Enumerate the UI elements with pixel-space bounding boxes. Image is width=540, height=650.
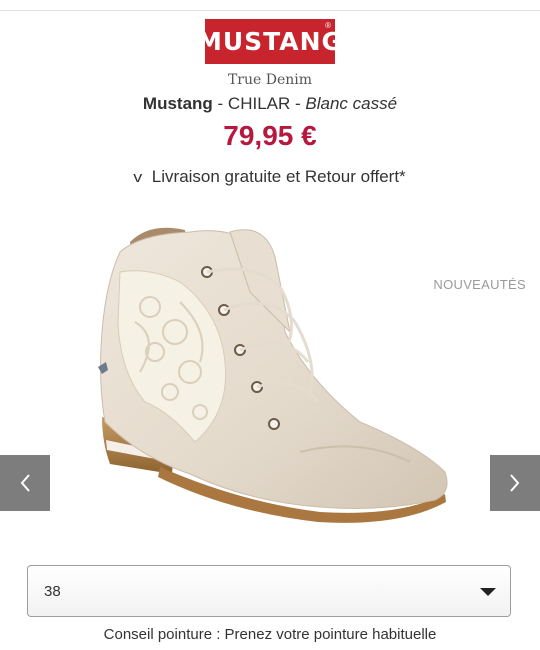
delivery-text: Livraison gratuite et Retour offert* xyxy=(151,167,406,186)
gallery-next-button[interactable] xyxy=(490,455,540,511)
brand-logo: MUSTANG ® xyxy=(197,19,342,64)
title-separator: - xyxy=(212,94,228,113)
check-icon: v xyxy=(133,169,143,186)
size-select[interactable]: 38 xyxy=(27,565,511,617)
ankle-boot-image xyxy=(98,227,448,523)
product-price: 79,95 € xyxy=(223,120,317,151)
brand-tagline: True Denim xyxy=(227,72,313,88)
new-arrivals-badge: NOUVEAUTÉS xyxy=(433,277,526,292)
delivery-info: v Livraison gratuite et Retour offert* xyxy=(0,167,540,187)
registered-mark: ® xyxy=(325,21,331,30)
title-separator: - xyxy=(290,94,306,113)
top-divider xyxy=(0,10,540,11)
size-selected-value: 38 xyxy=(44,583,61,600)
product-image[interactable] xyxy=(80,212,460,552)
chevron-right-icon xyxy=(510,474,520,492)
product-model: CHILAR xyxy=(227,94,291,113)
product-color: Blanc cassé xyxy=(305,94,398,113)
size-advice-text: Conseil pointure : Prenez votre pointure… xyxy=(103,626,437,643)
gallery-prev-button[interactable] xyxy=(0,455,50,511)
brand-logo-text: MUSTANG xyxy=(196,27,344,56)
dropdown-arrow-icon xyxy=(480,588,496,596)
product-brand: Mustang xyxy=(142,94,213,113)
chevron-left-icon xyxy=(20,474,30,492)
product-title: Mustang - CHILAR - Blanc cassé xyxy=(0,94,540,114)
